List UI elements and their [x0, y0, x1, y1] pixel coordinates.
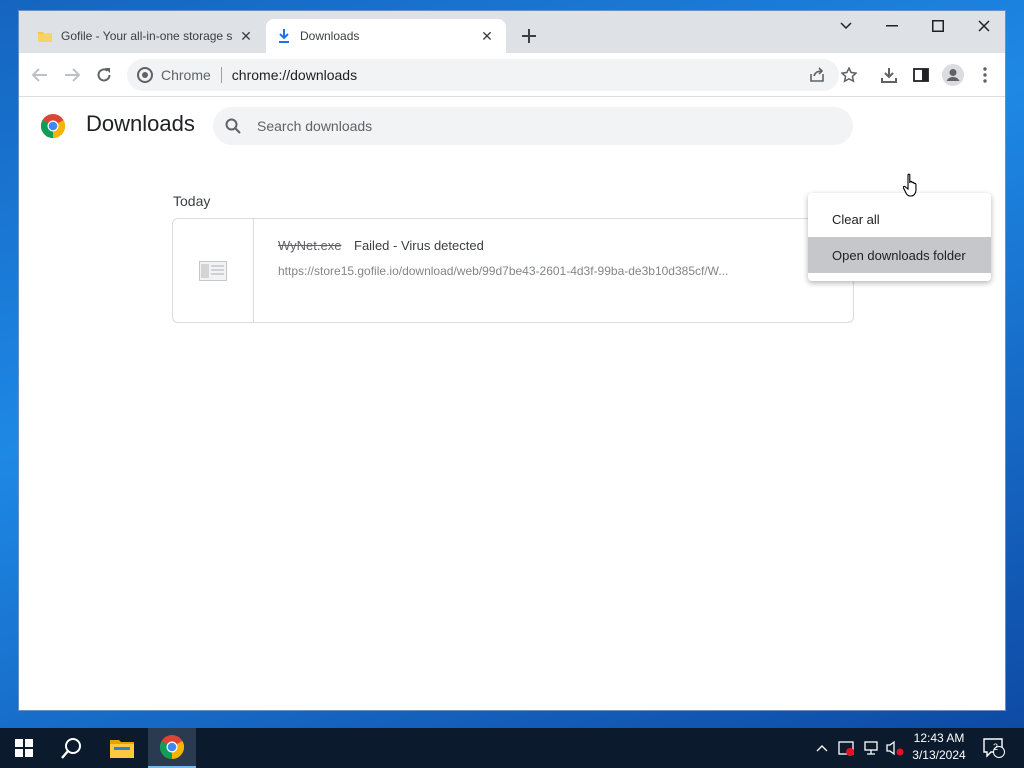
- search-box[interactable]: [213, 107, 853, 145]
- reload-button[interactable]: [91, 62, 117, 88]
- menu-item-open-downloads-folder[interactable]: Open downloads folder: [808, 237, 991, 273]
- minimize-button[interactable]: [869, 11, 915, 41]
- close-tab-icon[interactable]: ✕: [237, 27, 255, 45]
- download-filename[interactable]: WyNet.exe: [278, 238, 341, 253]
- date-section-heading: Today: [173, 193, 211, 209]
- clock-time: 12:43 AM: [913, 731, 965, 745]
- file-icon: [173, 219, 254, 322]
- menu-item-clear-all[interactable]: Clear all: [808, 201, 991, 237]
- address-bar[interactable]: Chrome chrome://downloads: [127, 59, 839, 91]
- new-tab-button[interactable]: [517, 24, 541, 48]
- downloads-page: Downloads Today WyNet.exe Failed - Virus…: [19, 97, 1005, 710]
- search-input[interactable]: [257, 118, 777, 134]
- taskbar: 12:43 AM 3/13/2024 2: [0, 728, 1024, 768]
- close-tab-icon[interactable]: ✕: [478, 27, 496, 45]
- folder-icon: [37, 28, 53, 44]
- notification-center-icon[interactable]: 2: [980, 728, 1008, 768]
- omnibox-url: chrome://downloads: [231, 67, 358, 83]
- page-title: Downloads: [86, 111, 195, 136]
- omnibox-chip-label: Chrome: [161, 67, 211, 83]
- clock[interactable]: 12:43 AM 3/13/2024: [900, 730, 978, 764]
- tab-strip: Gofile - Your all-in-one storage s ✕ Dow…: [19, 11, 1005, 53]
- windows-start-icon[interactable]: [0, 728, 48, 768]
- share-icon[interactable]: [804, 62, 830, 88]
- forward-button[interactable]: [59, 62, 85, 88]
- chrome-chip: Chrome: [137, 67, 211, 83]
- tab-gofile[interactable]: Gofile - Your all-in-one storage s ✕: [27, 19, 265, 53]
- chrome-window: Gofile - Your all-in-one storage s ✕ Dow…: [18, 10, 1006, 711]
- notification-count: 2: [993, 742, 999, 752]
- bookmark-star-icon[interactable]: [836, 62, 862, 88]
- tab-title: Gofile - Your all-in-one storage s: [61, 29, 233, 43]
- download-status: Failed - Virus detected: [354, 238, 484, 253]
- toolbar: Chrome chrome://downloads: [19, 53, 1005, 97]
- tab-title: Downloads: [300, 29, 360, 43]
- download-item: WyNet.exe Failed - Virus detected https:…: [172, 218, 854, 323]
- tab-search-icon[interactable]: [823, 11, 869, 41]
- network-icon[interactable]: [860, 728, 882, 768]
- maximize-button[interactable]: [915, 11, 961, 41]
- more-menu-icon[interactable]: [972, 62, 998, 88]
- downloads-toolbar-icon[interactable]: [876, 62, 902, 88]
- side-panel-icon[interactable]: [908, 62, 934, 88]
- chrome-icon: [137, 67, 153, 83]
- security-tray-icon[interactable]: [835, 728, 857, 768]
- download-url[interactable]: https://store15.gofile.io/download/web/9…: [278, 264, 778, 278]
- download-icon: [276, 28, 292, 44]
- tab-downloads[interactable]: Downloads ✕: [266, 19, 506, 53]
- chrome-taskbar-icon[interactable]: [148, 728, 196, 768]
- clock-date: 3/13/2024: [912, 748, 966, 762]
- search-icon: [225, 118, 241, 134]
- chrome-logo-icon: [41, 114, 65, 138]
- profile-avatar-icon[interactable]: [940, 62, 966, 88]
- omnibox-divider: [220, 67, 222, 83]
- back-button[interactable]: [27, 62, 53, 88]
- hand-cursor-icon: [903, 173, 917, 197]
- downloads-more-actions-menu: Clear all Open downloads folder: [808, 193, 991, 281]
- file-explorer-icon[interactable]: [98, 728, 146, 768]
- close-window-button[interactable]: [961, 11, 1005, 41]
- chevron-up-icon[interactable]: [812, 728, 832, 768]
- search-taskbar-icon[interactable]: [48, 728, 96, 768]
